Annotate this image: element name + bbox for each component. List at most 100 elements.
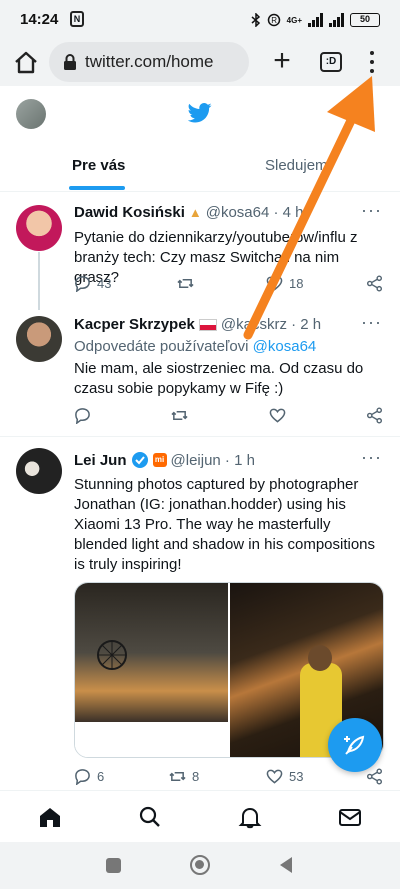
xiaomi-badge-icon: mi	[152, 453, 167, 467]
bottom-navigation	[0, 790, 400, 842]
author-name[interactable]: Kacper Skrzypek	[74, 316, 195, 333]
reply-button[interactable]	[74, 407, 91, 424]
photo-corridor[interactable]	[75, 583, 228, 757]
author-handle[interactable]: @kacskrz · 2 h	[221, 316, 321, 333]
svg-text:R: R	[271, 16, 277, 25]
browser-menu-button[interactable]	[364, 51, 380, 73]
person-head	[308, 645, 332, 671]
new-tab-button[interactable]: +	[267, 46, 297, 77]
like-button[interactable]: 18	[266, 275, 303, 292]
reply-icon	[75, 769, 90, 785]
reply-count: 6	[97, 769, 105, 784]
home-tab-icon[interactable]	[38, 805, 62, 829]
verified-badge-icon	[131, 452, 148, 468]
heart-icon	[266, 769, 283, 784]
signal-icon-2	[329, 13, 344, 27]
messages-tab-icon[interactable]	[338, 805, 362, 829]
network-type: 4G+	[286, 15, 302, 25]
reply-count: 43	[97, 276, 112, 291]
reply-context: Odpovedáte používateľovi @kosa64	[74, 338, 316, 355]
notifications-tab-icon[interactable]	[238, 805, 262, 829]
recents-button[interactable]	[106, 858, 121, 873]
bluetooth-icon	[251, 13, 260, 27]
flag-poland-icon	[198, 318, 217, 331]
author-name[interactable]: Lei Jun	[74, 452, 127, 469]
thread-line	[38, 252, 40, 310]
compose-tweet-button[interactable]	[328, 718, 382, 772]
author-handle[interactable]: @kosa64 · 4 h	[206, 204, 304, 221]
reply-button[interactable]: 6	[74, 768, 104, 785]
ferris-wheel-icon	[97, 640, 127, 670]
profile-avatar[interactable]	[16, 99, 46, 129]
status-icons: R 4G+ 50	[251, 10, 380, 30]
share-icon	[366, 275, 383, 292]
more-options-icon[interactable]: ···	[361, 447, 382, 468]
battery-icon: 50	[350, 13, 380, 27]
back-button[interactable]	[278, 856, 294, 874]
reply-button[interactable]: 43	[74, 275, 111, 292]
url-bar[interactable]: twitter.com/home	[49, 42, 249, 82]
flame-badge-icon: ▲	[188, 205, 202, 220]
share-button[interactable]	[366, 407, 383, 424]
tweet-item[interactable]: Kacper Skrzypek @kacskrz · 2 h ··· Odpov…	[0, 310, 400, 436]
tweet-text: Nie mam, ale siostrzeniec ma. Od czasu d…	[74, 360, 364, 397]
reply-icon	[75, 276, 90, 292]
home-icon[interactable]	[12, 49, 40, 77]
tab-for-you[interactable]: Pre vás	[72, 157, 125, 174]
author-name[interactable]: Dawid Kosiński	[74, 204, 185, 221]
status-bar: 14:24 N R 4G+ 50	[0, 0, 400, 40]
browser-toolbar: twitter.com/home + :D	[0, 40, 400, 86]
avatar[interactable]	[16, 205, 62, 251]
tweet-text: Stunning photos captured by photographer…	[74, 476, 376, 573]
share-icon	[366, 407, 383, 424]
tweet-header: Kacper Skrzypek @kacskrz · 2 h	[74, 316, 321, 333]
retweet-icon	[169, 771, 186, 782]
tab-following[interactable]: Sledujem	[265, 157, 328, 174]
like-count: 53	[289, 769, 304, 784]
battery-level: 50	[359, 14, 370, 24]
status-time: 14:24	[20, 11, 59, 28]
tweet-header: Dawid Kosiński ▲ @kosa64 · 4 h	[74, 204, 304, 221]
twitter-header: Pre vás Sledujem	[0, 86, 400, 192]
reply-mention[interactable]: @kosa64	[253, 338, 317, 355]
avatar[interactable]	[16, 316, 62, 362]
retweet-count: 8	[192, 769, 200, 784]
tweet-actions: 6 8 53	[74, 768, 384, 788]
retweet-icon	[171, 410, 188, 421]
like-count: 18	[289, 276, 304, 291]
heart-icon	[269, 408, 286, 423]
android-navigation-bar	[0, 842, 400, 889]
more-options-icon[interactable]: ···	[361, 200, 382, 221]
photo-caption-strip	[75, 723, 228, 757]
lock-icon[interactable]	[63, 54, 77, 70]
author-handle[interactable]: @leijun · 1 h	[171, 452, 255, 469]
home-button[interactable]	[190, 855, 210, 875]
compose-feather-icon	[344, 735, 365, 755]
tab-switcher-button[interactable]: :D	[320, 52, 342, 72]
signal-icon	[308, 13, 323, 27]
url-text[interactable]: twitter.com/home	[85, 52, 214, 72]
tweet-actions	[74, 407, 384, 427]
share-button[interactable]	[366, 275, 383, 292]
retweet-icon	[177, 278, 194, 289]
reply-icon	[75, 408, 90, 424]
tweet-header: Lei Jun mi @leijun · 1 h	[74, 451, 255, 469]
active-tab-indicator	[69, 186, 125, 190]
avatar[interactable]	[16, 448, 62, 494]
like-button[interactable]	[269, 407, 286, 424]
like-button[interactable]: 53	[266, 768, 303, 785]
reply-prefix: Odpovedáte používateľovi	[74, 338, 249, 355]
retweet-button[interactable]	[171, 407, 188, 424]
retweet-button[interactable]: 8	[169, 768, 199, 785]
tweet-item[interactable]: Dawid Kosiński ▲ @kosa64 · 4 h ··· Pytan…	[0, 192, 400, 310]
share-button[interactable]	[366, 768, 383, 785]
retweet-button[interactable]	[177, 275, 194, 292]
nfc-icon: N	[70, 11, 84, 27]
alarm-icon: R	[267, 13, 280, 27]
share-icon	[366, 768, 383, 785]
twitter-logo-icon	[188, 103, 212, 123]
tweet-actions: 43 18	[74, 275, 384, 295]
search-tab-icon[interactable]	[138, 805, 162, 829]
more-options-icon[interactable]: ···	[361, 312, 382, 333]
heart-icon	[266, 276, 283, 291]
